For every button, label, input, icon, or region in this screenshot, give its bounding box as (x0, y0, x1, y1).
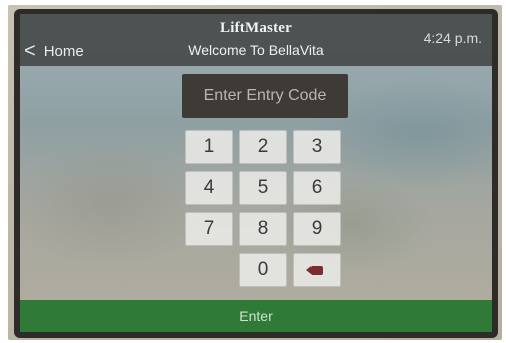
key-4[interactable]: 4 (185, 171, 233, 205)
key-7[interactable]: 7 (185, 212, 233, 246)
brand-logo: LiftMaster (220, 20, 292, 36)
clock: 4:24 p.m. (423, 30, 482, 46)
key-5[interactable]: 5 (239, 171, 287, 205)
backspace-icon (306, 265, 323, 275)
touch-screen: < Home LiftMaster Welcome To BellaVita 4… (20, 14, 492, 332)
key-1[interactable]: 1 (185, 130, 233, 164)
enter-button[interactable]: Enter (20, 300, 492, 332)
entry-code-field[interactable]: Enter Entry Code (182, 74, 348, 118)
key-8[interactable]: 8 (239, 212, 287, 246)
header-bar: < Home LiftMaster Welcome To BellaVita 4… (20, 14, 492, 66)
key-9[interactable]: 9 (293, 212, 341, 246)
welcome-title: Welcome To BellaVita (188, 42, 324, 58)
key-6[interactable]: 6 (293, 171, 341, 205)
key-0[interactable]: 0 (239, 253, 287, 287)
key-2[interactable]: 2 (239, 130, 287, 164)
delete-button[interactable] (293, 253, 341, 287)
key-3[interactable]: 3 (293, 130, 341, 164)
